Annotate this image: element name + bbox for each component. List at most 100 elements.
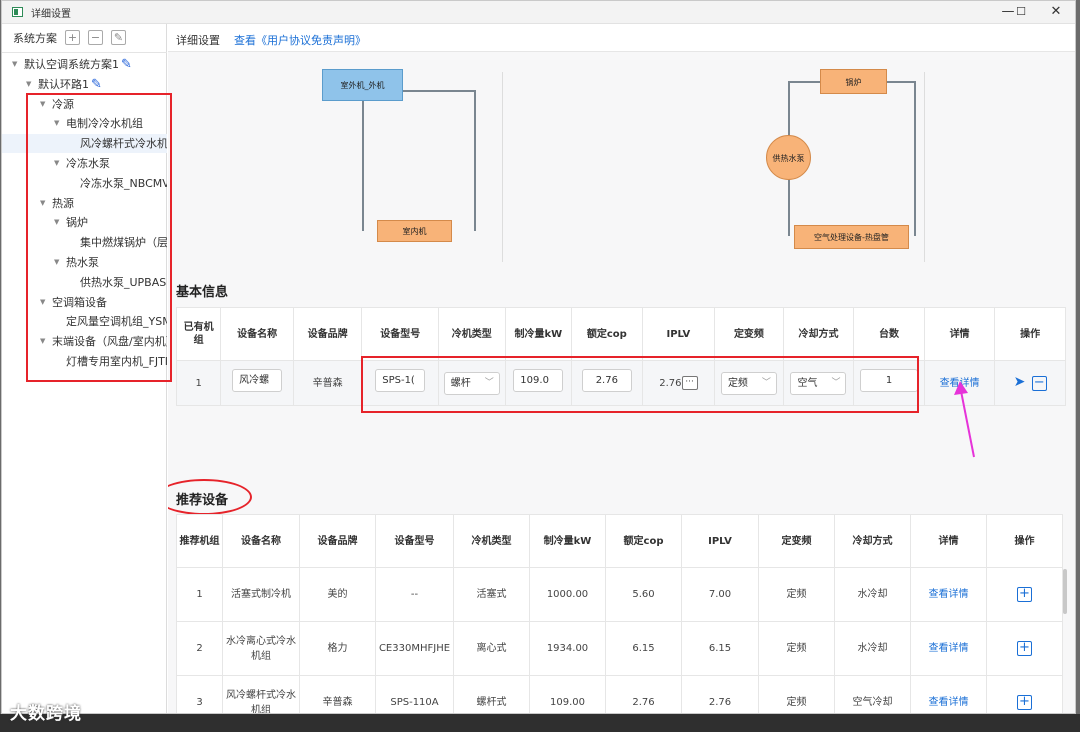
column-header: 操作 [986,514,1063,568]
cell-brand: 辛普森 [299,675,376,713]
disclaimer-link[interactable]: 查看《用户协议免责声明》 [234,32,366,48]
cell-cooling: 空气冷却 [834,675,911,713]
table-header-row: 推荐机组 设备名称 设备品牌 设备型号 冷机类型 制冷量kW 额定cop IPLV 定变频 冷却方… [176,514,1063,568]
cell-freq: 定频 [758,567,835,622]
topbar-title: 详细设置 [176,34,220,47]
column-header: 设备型号 [361,307,440,361]
add-icon[interactable]: + [1017,695,1032,710]
ahu-box[interactable]: 空气处理设备-热盘管 [794,225,909,249]
diagram-divider [502,72,503,262]
cell-no: 2 [176,621,223,676]
cell-no: 3 [176,675,223,713]
column-header: 设备名称 [220,307,294,361]
pencil-icon[interactable]: ✎ [121,57,132,72]
remove-button[interactable]: − [1031,376,1047,391]
cell-name: 活塞式制冷机 [222,567,300,622]
recommend-rows: 1 活塞式制冷机 美的 -- 活塞式 1000.00 5.60 7.00 定频 水冷却 查看详情 +2… [176,567,1063,713]
device-name-input[interactable]: 风冷螺 [232,369,283,392]
cell-model: CE330MHFJHE [375,621,454,676]
column-header: 定变频 [714,307,784,361]
table-row: 1 活塞式制冷机 美的 -- 活塞式 1000.00 5.60 7.00 定频 水冷却 查看详情 + [176,567,1063,622]
column-header: 额定cop [571,307,643,361]
column-header: 设备名称 [222,514,300,568]
add-icon[interactable]: + [1017,641,1032,656]
column-header: 冷机类型 [453,514,530,568]
close-button[interactable]: ✕ [1044,3,1068,21]
column-header: IPLV [641,307,716,361]
cell-cop: 5.60 [605,567,682,622]
boiler-box[interactable]: 锅炉 [820,69,887,94]
cell-brand: 美的 [299,567,376,622]
column-header: 详情 [910,514,987,568]
outdoor-unit-box[interactable]: 室外机_外机 [322,69,403,101]
watermark-logo: 大数跨境 [10,704,82,724]
cell-iplv: 7.00 [681,567,759,622]
cell-name: 水冷离心式冷水机组 [222,621,300,676]
column-header: 操作 [994,307,1066,361]
add-icon[interactable]: + [1017,587,1032,602]
main-panel: 详细设置 查看《用户协议免责声明》 室外机_外机 室内机 锅炉 供热水泵 空气处… [168,24,1075,713]
cell-cop: 2.76 [605,675,682,713]
table-row: 3 风冷螺杆式冷水机组 辛普森 SPS-110A 螺杆式 109.00 2.76 2.76 定频… [176,675,1063,713]
cell-capacity: 109.00 [529,675,606,713]
cell-brand: 格力 [299,621,376,676]
title-bar: 详细设置 — ☐ ✕ [2,1,1075,24]
column-header: 设备品牌 [292,307,363,361]
column-header: 冷却方式 [834,514,911,568]
cell-cooling: 水冷却 [834,621,911,676]
cell-model: -- [375,567,454,622]
cell-type: 螺杆式 [453,675,530,713]
column-header: 制冷量kW [504,307,573,361]
table-row: 2 水冷离心式冷水机组 格力 CE330MHFJHE 离心式 1934.00 6.15 6.1… [176,621,1063,676]
pencil-icon[interactable]: ✎ [91,77,102,92]
cell-model: SPS-110A [375,675,454,713]
action-cell: + [986,567,1063,622]
cell-cop: 6.15 [605,621,682,676]
window-title: 详细设置 [31,9,71,20]
cell-capacity: 1934.00 [529,621,606,676]
cell-type: 活塞式 [453,567,530,622]
maximize-button[interactable]: ☐ [1009,3,1033,21]
remove-scheme-button[interactable]: − [88,30,103,45]
brand-cell: 辛普森 [292,360,363,406]
action-cell: + [986,621,1063,676]
annotation-box [361,356,919,413]
table-scrollbar[interactable] [1063,569,1067,614]
column-header: 定变频 [758,514,835,568]
tree-item[interactable]: ▼ 默认空调系统方案1 ✎ [2,55,167,74]
select-cursor-icon[interactable]: ➤ [1014,374,1026,390]
cell-type: 离心式 [453,621,530,676]
cell-no: 1 [176,567,223,622]
column-header: 设备型号 [375,514,454,568]
column-header: 设备品牌 [299,514,376,568]
cell-cooling: 水冷却 [834,567,911,622]
cell-freq: 定频 [758,621,835,676]
sidebar-annotation-box [26,93,172,382]
taskbar-strip [0,714,1080,732]
add-scheme-button[interactable]: + [65,30,80,45]
cell-name: 风冷螺杆式冷水机组 [222,675,300,713]
indoor-unit-box[interactable]: 室内机 [377,220,452,242]
pipe-line [914,81,916,236]
diagram-divider [924,72,925,262]
edit-scheme-button[interactable]: ✎ [111,30,126,45]
caret-down-icon[interactable]: ▼ [26,75,38,94]
row-number: 1 [175,360,222,406]
app-icon [12,7,23,17]
cell-freq: 定频 [758,675,835,713]
recommend-table: 推荐机组 设备名称 设备品牌 设备型号 冷机类型 制冷量kW 额定cop IPLV 定变频 冷却方… [176,514,1063,713]
view-detail-link[interactable]: 查看详情 [929,643,969,654]
column-header: 冷却方式 [782,307,855,361]
column-header: 台数 [853,307,925,361]
recommend-title: 推荐设备 [176,493,229,508]
tree-item-label: 默认环路1 [38,77,89,91]
heating-pump-circle[interactable]: 供热水泵 [766,135,811,180]
annotation-arrow-icon [954,381,975,458]
cell-capacity: 1000.00 [529,567,606,622]
cell-iplv: 2.76 [681,675,759,713]
tree-item[interactable]: ▼ 默认环路1 ✎ [2,75,167,94]
view-detail-link[interactable]: 查看详情 [929,697,969,708]
caret-down-icon[interactable]: ▼ [12,55,24,74]
column-header: 详情 [923,307,996,361]
view-detail-link[interactable]: 查看详情 [929,589,969,600]
